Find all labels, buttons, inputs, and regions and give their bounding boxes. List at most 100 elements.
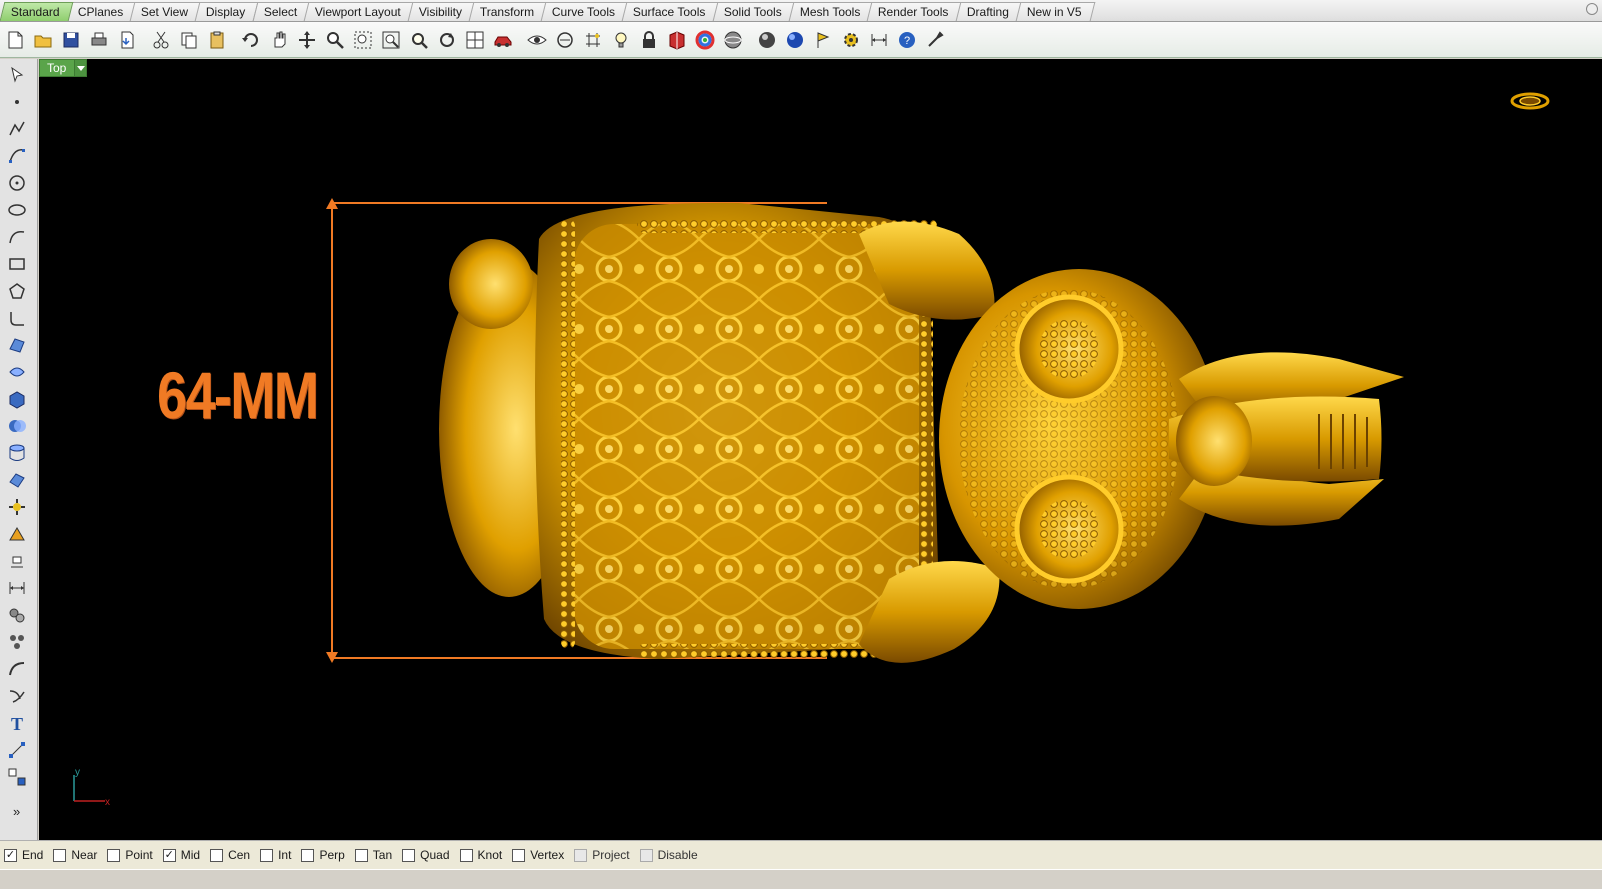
render-flag-icon[interactable] xyxy=(810,27,836,53)
osnap-disable[interactable]: Disable xyxy=(639,848,698,862)
tab-new-in-v5[interactable]: New in V5 xyxy=(1015,2,1095,21)
car-icon[interactable] xyxy=(490,27,516,53)
paste-icon[interactable] xyxy=(204,27,230,53)
osnap-checkbox[interactable] xyxy=(107,848,121,862)
tab-transform[interactable]: Transform xyxy=(468,2,548,21)
polygon-icon[interactable] xyxy=(5,279,29,303)
extrude-icon[interactable] xyxy=(5,441,29,465)
tab-options-icon[interactable] xyxy=(1586,3,1598,15)
ellipse-icon[interactable] xyxy=(5,198,29,222)
viewport-title[interactable]: Top xyxy=(39,59,88,77)
surface-from-curves-icon[interactable] xyxy=(5,360,29,384)
osnap-checkbox[interactable] xyxy=(210,848,224,862)
snap-circle-icon[interactable] xyxy=(552,27,578,53)
polyline-icon[interactable] xyxy=(5,117,29,141)
array-icon[interactable] xyxy=(5,630,29,654)
tab-surface-tools[interactable]: Surface Tools xyxy=(621,2,720,21)
tab-curve-tools[interactable]: Curve Tools xyxy=(540,2,629,21)
rectangle-icon[interactable] xyxy=(5,252,29,276)
light-bulb-icon[interactable] xyxy=(608,27,634,53)
tab-standard[interactable]: Standard xyxy=(0,2,74,21)
osnap-checkbox[interactable] xyxy=(574,848,588,862)
osnap-checkbox[interactable] xyxy=(260,848,274,862)
help-icon[interactable]: ? xyxy=(894,27,920,53)
tab-set-view[interactable]: Set View xyxy=(129,2,202,21)
osnap-project[interactable]: Project xyxy=(574,848,630,862)
options-gear-icon[interactable] xyxy=(838,27,864,53)
tab-select[interactable]: Select xyxy=(252,2,311,21)
shaded-sphere-icon[interactable] xyxy=(720,27,746,53)
boolean-icon[interactable] xyxy=(5,414,29,438)
new-file-icon[interactable] xyxy=(2,27,28,53)
group-icon[interactable] xyxy=(5,603,29,627)
tab-mesh-tools[interactable]: Mesh Tools xyxy=(788,2,874,21)
cut-icon[interactable] xyxy=(148,27,174,53)
rotate-view-icon[interactable] xyxy=(434,27,460,53)
pan-hand-icon[interactable] xyxy=(266,27,292,53)
import-icon[interactable] xyxy=(114,27,140,53)
curve-from-object-icon[interactable] xyxy=(5,684,29,708)
tab-visibility[interactable]: Visibility xyxy=(407,2,476,21)
tab-render-tools[interactable]: Render Tools xyxy=(866,2,962,21)
render-sphere-icon[interactable] xyxy=(782,27,808,53)
osnap-checkbox[interactable] xyxy=(459,848,473,862)
circle-icon[interactable] xyxy=(5,171,29,195)
gold-elephant-model[interactable] xyxy=(439,202,1404,663)
osnap-end[interactable]: ✓ End xyxy=(4,848,43,862)
lock-icon[interactable] xyxy=(636,27,662,53)
dimension-icon[interactable] xyxy=(5,576,29,600)
surface-icon[interactable] xyxy=(5,333,29,357)
fillet-icon[interactable] xyxy=(5,306,29,330)
surface-edit-icon[interactable] xyxy=(5,468,29,492)
curve-icon[interactable] xyxy=(5,144,29,168)
grid-snap-icon[interactable] xyxy=(580,27,606,53)
osnap-quad[interactable]: Quad xyxy=(402,848,450,862)
rendered-sphere-icon[interactable] xyxy=(754,27,780,53)
eye-icon[interactable] xyxy=(524,27,550,53)
osnap-checkbox[interactable] xyxy=(354,848,368,862)
solid-tools-icon[interactable] xyxy=(5,495,29,519)
osnap-checkbox[interactable] xyxy=(53,848,67,862)
text-icon[interactable]: T xyxy=(5,711,29,735)
print-icon[interactable] xyxy=(86,27,112,53)
tools-icon[interactable] xyxy=(922,27,948,53)
osnap-knot[interactable]: Knot xyxy=(459,848,502,862)
tab-display[interactable]: Display xyxy=(194,2,259,21)
blend-icon[interactable] xyxy=(5,657,29,681)
select-arrow-icon[interactable] xyxy=(5,63,29,87)
save-icon[interactable] xyxy=(58,27,84,53)
tab-cplanes[interactable]: CPlanes xyxy=(66,2,137,21)
osnap-int[interactable]: Int xyxy=(260,848,291,862)
box-solid-icon[interactable] xyxy=(5,387,29,411)
osnap-checkbox[interactable] xyxy=(639,848,653,862)
tab-drafting[interactable]: Drafting xyxy=(955,2,1022,21)
tab-viewport-layout[interactable]: Viewport Layout xyxy=(303,2,415,21)
osnap-mid[interactable]: ✓ Mid xyxy=(162,848,200,862)
viewport-menu-arrow-icon[interactable] xyxy=(74,60,87,76)
edit-points-icon[interactable] xyxy=(5,738,29,762)
osnap-point[interactable]: Point xyxy=(107,848,153,862)
zoom-in-icon[interactable] xyxy=(322,27,348,53)
zoom-window-icon[interactable] xyxy=(350,27,376,53)
zoom-selected-icon[interactable] xyxy=(406,27,432,53)
block-icon[interactable] xyxy=(5,765,29,789)
copy-icon[interactable] xyxy=(176,27,202,53)
osnap-vertex[interactable]: Vertex xyxy=(512,848,564,862)
osnap-checkbox[interactable]: ✓ xyxy=(4,848,17,862)
osnap-tan[interactable]: Tan xyxy=(354,848,392,862)
open-folder-icon[interactable] xyxy=(30,27,56,53)
layer-book-icon[interactable] xyxy=(664,27,690,53)
transform-icon[interactable] xyxy=(5,549,29,573)
undo-icon[interactable] xyxy=(238,27,264,53)
move-view-icon[interactable] xyxy=(294,27,320,53)
osnap-perp[interactable]: Perp xyxy=(301,848,345,862)
zoom-extents-icon[interactable] xyxy=(378,27,404,53)
tab-solid-tools[interactable]: Solid Tools xyxy=(712,2,795,21)
color-wheel-icon[interactable] xyxy=(692,27,718,53)
osnap-cen[interactable]: Cen xyxy=(210,848,250,862)
point-icon[interactable] xyxy=(5,90,29,114)
osnap-checkbox[interactable] xyxy=(301,848,315,862)
dimension-icon[interactable] xyxy=(866,27,892,53)
top-viewport[interactable]: Top 64-MM y x xyxy=(39,59,1602,840)
osnap-near[interactable]: Near xyxy=(53,848,97,862)
